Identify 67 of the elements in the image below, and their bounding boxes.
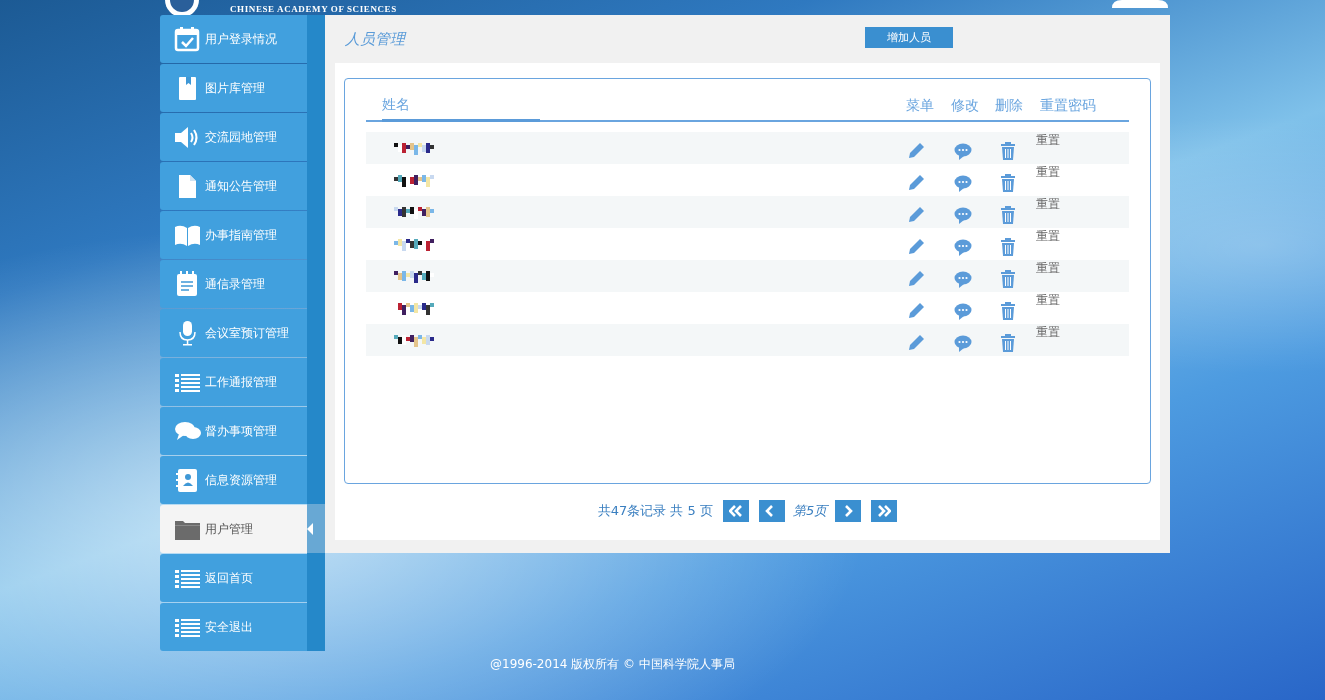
reset-link[interactable]: 重置 <box>1036 196 1060 213</box>
pixelated-name <box>394 268 436 284</box>
column-header: 姓名 <box>382 96 541 122</box>
sidebar-item[interactable]: 工作通报管理 <box>160 358 307 406</box>
previous-page-button[interactable] <box>758 500 785 522</box>
pointer-icon <box>307 522 313 535</box>
pixelated-name <box>394 140 436 156</box>
next-page-button[interactable] <box>835 500 862 522</box>
reset-link[interactable]: 重置 <box>1036 260 1060 277</box>
trash-icon[interactable] <box>1000 174 1016 192</box>
sidebar-item[interactable]: 通信录管理 <box>160 260 307 308</box>
pencil-icon[interactable] <box>906 141 926 159</box>
double-chevron-left-icon <box>728 505 743 517</box>
speech-bubble-icon[interactable] <box>954 238 972 256</box>
pixelated-name <box>394 204 436 220</box>
sidebar-item[interactable]: 图片库管理 <box>160 64 307 112</box>
column-header: 重置密码 <box>1039 97 1097 115</box>
pencil-icon[interactable] <box>906 173 926 191</box>
speech-bubble-icon[interactable] <box>954 334 972 352</box>
pencil-icon[interactable] <box>906 205 926 223</box>
reset-link[interactable]: 重置 <box>1036 324 1060 341</box>
add-person-button[interactable]: 增加人员 <box>865 26 953 48</box>
user-icon <box>1112 0 1168 8</box>
reset-link[interactable]: 重置 <box>1036 132 1060 149</box>
speech-bubble-icon[interactable] <box>954 270 972 288</box>
reset-link[interactable]: 重置 <box>1036 228 1060 245</box>
column-header: 删除 <box>995 97 1025 115</box>
column-header: 菜单 <box>906 97 936 115</box>
column-header: 修改 <box>950 97 980 115</box>
trash-icon[interactable] <box>1000 302 1016 320</box>
sidebar-item[interactable]: 交流园地管理 <box>160 113 307 161</box>
double-chevron-right-icon <box>877 505 892 517</box>
sidebar-item[interactable]: 安全退出 <box>160 603 307 651</box>
speech-bubble-icon[interactable] <box>954 206 972 224</box>
pencil-icon[interactable] <box>906 301 926 319</box>
speech-bubble-icon[interactable] <box>954 174 972 192</box>
first-page-button[interactable] <box>722 500 749 522</box>
sidebar-item[interactable]: 督办事项管理 <box>160 407 307 455</box>
sidebar-item[interactable]: 用户登录情况 <box>160 15 307 63</box>
calendar-check-icon <box>174 26 201 52</box>
reset-link[interactable]: 重置 <box>1036 164 1060 181</box>
pixelated-name <box>394 332 436 348</box>
pencil-icon[interactable] <box>906 269 926 287</box>
last-page-button[interactable] <box>871 500 898 522</box>
pixelated-name <box>394 236 436 252</box>
sidebar-item[interactable]: 信息资源管理 <box>160 456 307 504</box>
reset-link[interactable]: 重置 <box>1036 292 1060 309</box>
sidebar-item[interactable]: 用户管理 <box>160 505 307 553</box>
trash-icon[interactable] <box>1000 334 1016 352</box>
page-title: 人员管理 <box>345 29 408 49</box>
speech-bubble-icon[interactable] <box>954 302 972 320</box>
sidebar-item[interactable]: 返回首页 <box>160 554 307 602</box>
trash-icon[interactable] <box>1000 238 1016 256</box>
current-page: 第5页 <box>792 502 828 520</box>
sidebar-item[interactable]: 通知公告管理 <box>160 162 307 210</box>
trash-icon[interactable] <box>1000 206 1016 224</box>
sidebar-item[interactable]: 会议室预订管理 <box>160 309 307 357</box>
pixelated-name <box>394 172 436 188</box>
record-count: 共47条记录 共 5 页 <box>597 502 713 520</box>
trash-icon[interactable] <box>1000 142 1016 160</box>
pencil-icon[interactable] <box>906 237 926 255</box>
org-name: CHINESE ACADEMY OF SCIENCES <box>230 3 397 15</box>
copyright-text: @1996-2014 版权所有 © 中国科学院人事局 <box>490 656 736 673</box>
sidebar-item[interactable]: 办事指南管理 <box>160 211 307 259</box>
trash-icon[interactable] <box>1000 270 1016 288</box>
speech-bubble-icon[interactable] <box>954 142 972 160</box>
pencil-icon[interactable] <box>906 333 926 351</box>
